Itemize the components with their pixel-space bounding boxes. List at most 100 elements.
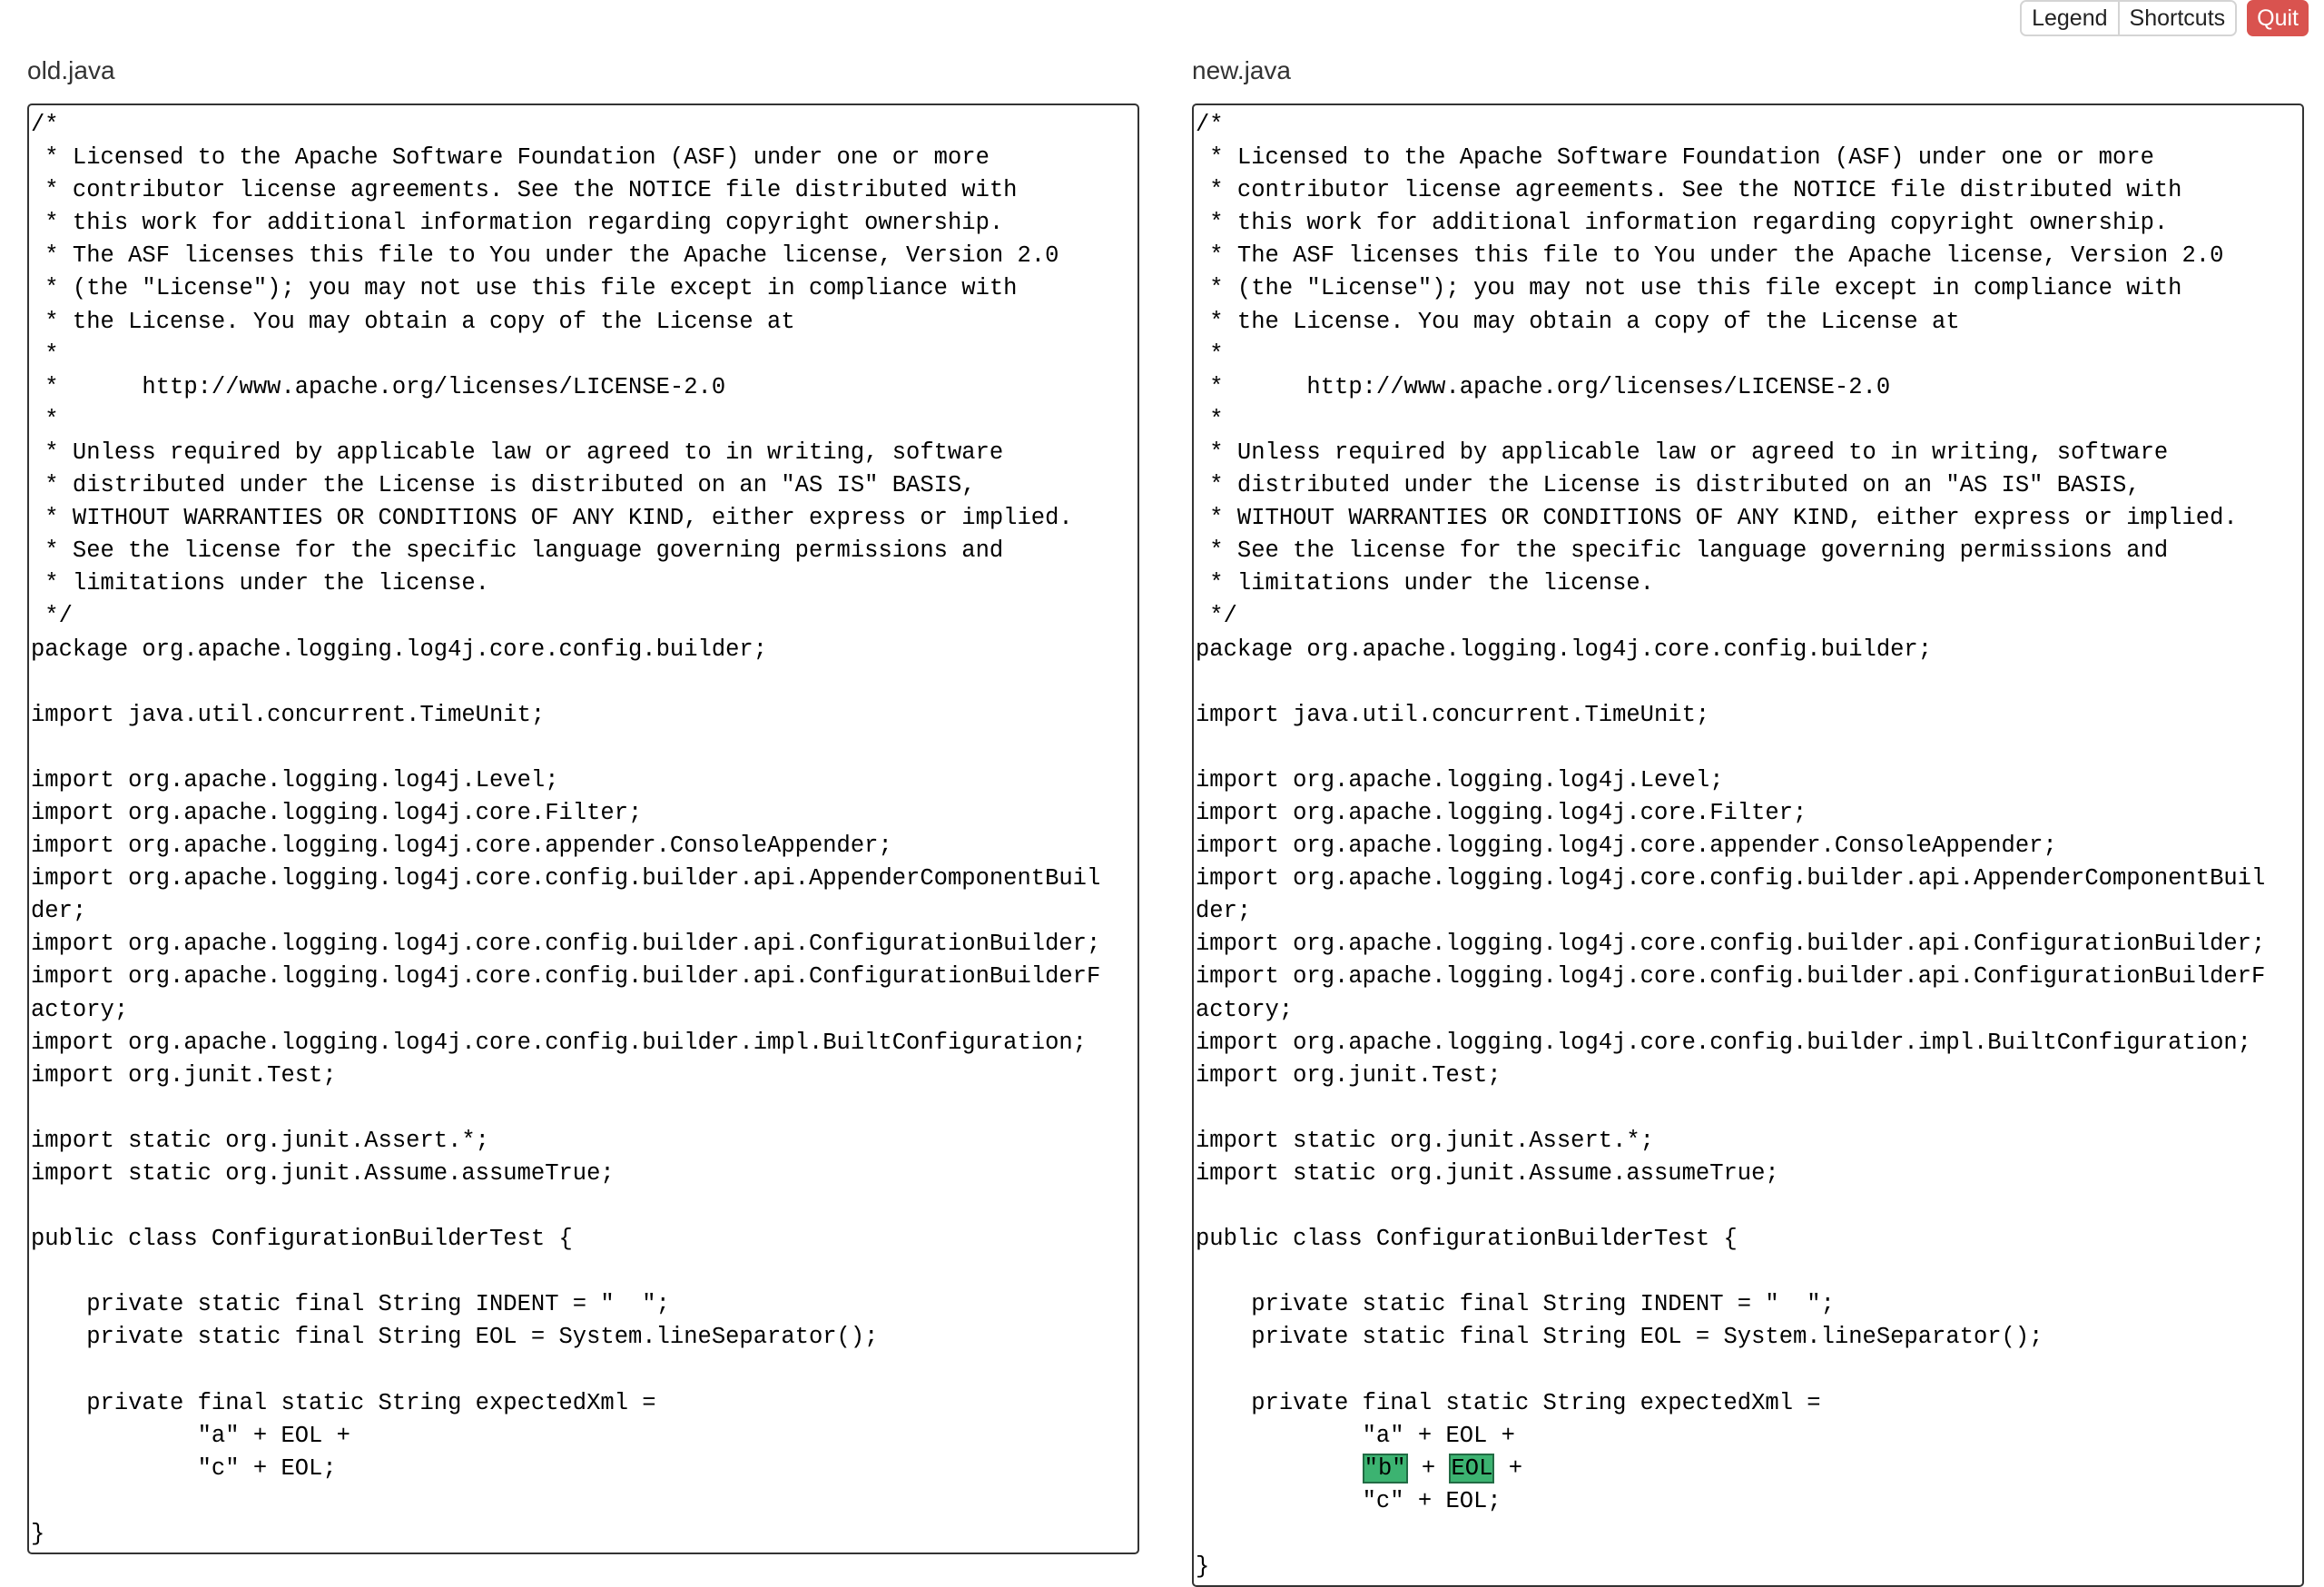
code-line: private static final String INDENT = " "… bbox=[1196, 1291, 1835, 1318]
code-line: * See the license for the specific langu… bbox=[31, 537, 1004, 565]
code-line: * WITHOUT WARRANTIES OR CONDITIONS OF AN… bbox=[31, 505, 1073, 532]
code-line: * Unless required by applicable law or a… bbox=[1196, 439, 2169, 466]
inserted-token-eol: EOL bbox=[1449, 1453, 1495, 1484]
code-line: * bbox=[31, 406, 59, 433]
inserted-line-separator: + bbox=[1407, 1454, 1450, 1482]
code-line: private final static String expectedXml … bbox=[31, 1389, 656, 1416]
code-line: /* bbox=[1196, 112, 1224, 138]
code-line: import static org.junit.Assume.assumeTru… bbox=[1196, 1160, 1779, 1187]
code-line: import org.apache.logging.log4j.core.con… bbox=[1196, 865, 2266, 892]
code-line: import org.apache.logging.log4j.core.con… bbox=[1196, 1029, 2251, 1056]
code-line: private final static String expectedXml … bbox=[1196, 1389, 1821, 1416]
code-line: actory; bbox=[31, 996, 129, 1023]
code-line: * (the "License"); you may not use this … bbox=[31, 275, 1018, 302]
legend-button[interactable]: Legend bbox=[2022, 2, 2118, 34]
code-line: "c" + EOL; bbox=[1196, 1487, 1502, 1514]
code-line: import org.apache.logging.log4j.core.con… bbox=[31, 963, 1101, 991]
code-line: * The ASF licenses this file to You unde… bbox=[1196, 242, 2224, 270]
quit-button[interactable]: Quit bbox=[2247, 0, 2309, 36]
code-line: der; bbox=[1196, 898, 1252, 925]
inserted-code-line: "b" + EOL + bbox=[1196, 1453, 2300, 1485]
code-line: der; bbox=[31, 898, 87, 925]
code-line: * contributor license agreements. See th… bbox=[31, 177, 1018, 204]
code-line: */ bbox=[1196, 603, 1237, 630]
code-line: import org.junit.Test; bbox=[1196, 1061, 1502, 1089]
code-line: * distributed under the License is distr… bbox=[31, 472, 976, 499]
code-line: } bbox=[1196, 1553, 1210, 1581]
code-line: * this work for additional information r… bbox=[1196, 210, 2169, 237]
code-line: import org.apache.logging.log4j.core.con… bbox=[31, 865, 1101, 892]
code-line: import org.apache.logging.log4j.core.con… bbox=[31, 1029, 1087, 1056]
code-line: /* bbox=[31, 112, 59, 138]
code-line: * contributor license agreements. See th… bbox=[1196, 177, 2182, 204]
code-line: import org.apache.logging.log4j.core.con… bbox=[1196, 963, 2266, 991]
code-line: * bbox=[1196, 340, 1224, 368]
code-line: * Unless required by applicable law or a… bbox=[31, 439, 1004, 466]
code-line: import org.apache.logging.log4j.core.app… bbox=[31, 833, 892, 860]
code-line: * http://www.apache.org/licenses/LICENSE… bbox=[31, 373, 726, 400]
code-line: import org.apache.logging.log4j.core.app… bbox=[1196, 833, 2057, 860]
code-line: * See the license for the specific langu… bbox=[1196, 537, 2169, 565]
code-line: "a" + EOL + bbox=[31, 1422, 350, 1449]
inserted-line-indent bbox=[1196, 1455, 1363, 1482]
code-line: import org.apache.logging.log4j.core.Fil… bbox=[1196, 799, 1807, 826]
code-line: "c" + EOL; bbox=[31, 1454, 337, 1482]
old-code-content: /* * Licensed to the Apache Software Fou… bbox=[29, 105, 1137, 1552]
code-line: "a" + EOL + bbox=[1196, 1422, 1515, 1449]
code-line: * http://www.apache.org/licenses/LICENSE… bbox=[1196, 373, 1891, 400]
shortcuts-button[interactable]: Shortcuts bbox=[2117, 2, 2236, 34]
code-line: * bbox=[31, 340, 59, 368]
code-line: * limitations under the license. bbox=[1196, 570, 1654, 597]
code-line: package org.apache.logging.log4j.core.co… bbox=[31, 636, 768, 663]
code-line: private static final String EOL = System… bbox=[31, 1324, 879, 1351]
code-line: private static final String INDENT = " "… bbox=[31, 1291, 670, 1318]
code-line: import org.apache.logging.log4j.core.con… bbox=[1196, 931, 2266, 958]
code-line: import java.util.concurrent.TimeUnit; bbox=[1196, 701, 1710, 728]
code-line: * Licensed to the Apache Software Founda… bbox=[1196, 144, 2154, 172]
code-line: * Licensed to the Apache Software Founda… bbox=[31, 144, 990, 172]
code-line: import static org.junit.Assert.*; bbox=[31, 1127, 489, 1154]
code-line: actory; bbox=[1196, 996, 1294, 1023]
code-line: * bbox=[1196, 406, 1224, 433]
code-line: import org.junit.Test; bbox=[31, 1061, 337, 1089]
new-code-view[interactable]: /* * Licensed to the Apache Software Fou… bbox=[1192, 104, 2304, 1587]
code-line: import org.apache.logging.log4j.core.Fil… bbox=[31, 799, 643, 826]
new-file-title: new.java bbox=[1192, 56, 1291, 84]
code-line: import static org.junit.Assume.assumeTru… bbox=[31, 1160, 615, 1187]
old-code-view[interactable]: /* * Licensed to the Apache Software Fou… bbox=[27, 104, 1139, 1555]
code-line: private static final String EOL = System… bbox=[1196, 1324, 2043, 1351]
code-line: * WITHOUT WARRANTIES OR CONDITIONS OF AN… bbox=[1196, 505, 2238, 532]
code-line: import static org.junit.Assert.*; bbox=[1196, 1127, 1654, 1154]
code-line: import org.apache.logging.log4j.Level; bbox=[31, 766, 559, 794]
toolbar: Legend Shortcuts Quit bbox=[2020, 0, 2309, 40]
code-line: * this work for additional information r… bbox=[31, 210, 1004, 237]
code-line: import org.apache.logging.log4j.core.con… bbox=[31, 931, 1101, 958]
code-line: * limitations under the license. bbox=[31, 570, 489, 597]
new-code-content: /* * Licensed to the Apache Software Fou… bbox=[1194, 105, 2302, 1585]
code-line: import java.util.concurrent.TimeUnit; bbox=[31, 701, 546, 728]
code-line: public class ConfigurationBuilderTest { bbox=[1196, 1226, 1738, 1253]
old-file-title: old.java bbox=[27, 56, 115, 84]
inserted-line-tail: + bbox=[1494, 1454, 1523, 1482]
help-button-group: Legend Shortcuts bbox=[2020, 0, 2238, 36]
code-line: * (the "License"); you may not use this … bbox=[1196, 275, 2182, 302]
code-line: * the License. You may obtain a copy of … bbox=[31, 308, 795, 335]
code-line: */ bbox=[31, 603, 73, 630]
code-line: } bbox=[31, 1521, 45, 1548]
code-line: import org.apache.logging.log4j.Level; bbox=[1196, 766, 1724, 794]
inserted-token-b: "b" bbox=[1362, 1453, 1408, 1484]
